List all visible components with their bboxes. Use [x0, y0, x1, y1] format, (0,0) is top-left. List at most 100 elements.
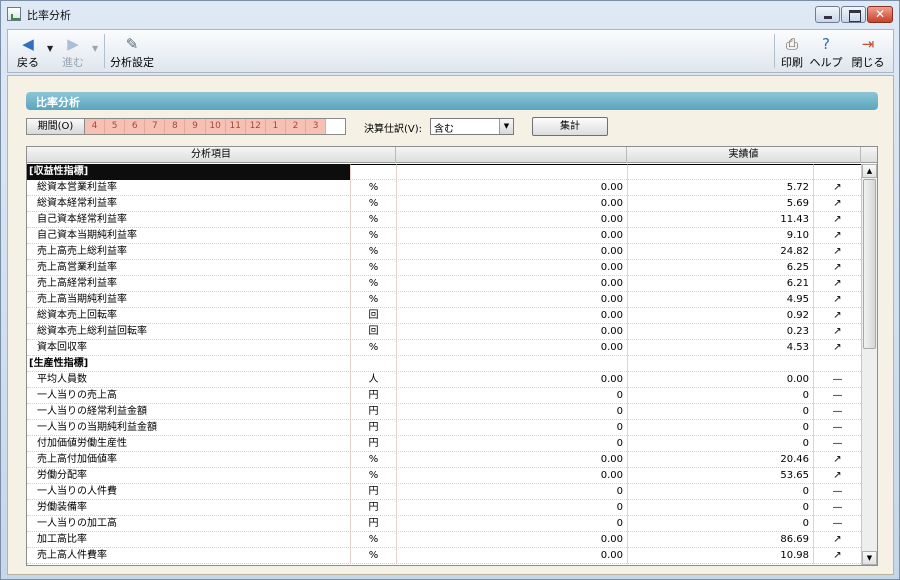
period-month-cell[interactable]: 9	[185, 119, 206, 134]
value-cell: 0.00	[396, 468, 627, 484]
table-row[interactable]: 自己資本当期純利益率% 0.00 9.10 ↗	[27, 228, 861, 244]
period-month-cell[interactable]: 2	[285, 119, 307, 134]
trend-icon: ↗	[813, 212, 861, 228]
scroll-down-icon[interactable]: ▼	[862, 551, 877, 565]
table-row[interactable]: 売上高付加価値率% 0.00 20.46 ↗	[27, 452, 861, 468]
table-row[interactable]: 売上高経常利益率% 0.00 6.21 ↗	[27, 276, 861, 292]
actual-value-cell: 0.00	[627, 372, 813, 388]
unit-cell: 円	[350, 500, 396, 516]
actual-value-cell: 53.65	[627, 468, 813, 484]
value-cell: 0.00	[396, 244, 627, 260]
item-name-cell: 自己資本経常利益率	[37, 214, 127, 225]
table-row[interactable]: 売上高売上総利益率% 0.00 24.82 ↗	[27, 244, 861, 260]
scroll-thumb[interactable]	[863, 179, 876, 349]
vertical-scrollbar[interactable]: ▲ ▼	[861, 164, 877, 565]
back-dropdown-icon[interactable]: ▼	[47, 44, 53, 53]
item-name-cell: 売上高当期純利益率	[37, 294, 127, 305]
period-month-cell[interactable]: 4	[85, 119, 106, 134]
category-row[interactable]: [生産性指標]	[27, 356, 861, 372]
period-month-cell[interactable]: 5	[105, 119, 126, 134]
unit-cell: %	[350, 548, 396, 564]
help-button[interactable]: ? ヘルプ	[808, 32, 844, 70]
unit-cell: 円	[350, 388, 396, 404]
trend-icon: ↗	[813, 324, 861, 340]
minimize-button[interactable]	[815, 6, 840, 23]
table-row[interactable]: 資本回収率% 0.00 4.53 ↗	[27, 340, 861, 356]
value-cell	[396, 164, 627, 180]
table-row[interactable]: 売上高営業利益率% 0.00 6.25 ↗	[27, 260, 861, 276]
period-month-cell[interactable]: 12	[245, 119, 266, 134]
table-row[interactable]: 売上高人件費率% 0.00 10.98 ↗	[27, 548, 861, 564]
table-row[interactable]: 加工高比率% 0.00 86.69 ↗	[27, 532, 861, 548]
unit-cell: %	[350, 260, 396, 276]
print-button[interactable]: ⎙ 印刷	[778, 32, 806, 70]
value-cell: 0.00	[396, 532, 627, 548]
maximize-button[interactable]	[841, 6, 866, 23]
table-row[interactable]: 一人当りの人件費円 0 0—	[27, 484, 861, 500]
period-month-cell[interactable]: 6	[125, 119, 146, 134]
category-row[interactable]: [収益性指標]	[27, 164, 861, 180]
toolbar: ◀ 戻る ▼ ▶ 進む ▼ ✎ 分析設定 ⎙ 印刷 ? ヘルプ ⇥ 閉じる	[7, 29, 894, 73]
chevron-down-icon[interactable]: ▼	[499, 119, 513, 134]
value-cell: 0	[396, 420, 627, 436]
period-month-cell[interactable]: 7	[145, 119, 166, 134]
trend-icon: —	[813, 484, 861, 500]
period-button[interactable]: 期間(O)	[27, 119, 85, 134]
table-row[interactable]: 一人当りの売上高円 0 0—	[27, 388, 861, 404]
settlement-label: 決算仕訳(V):	[364, 124, 423, 135]
table-row[interactable]: 労働装備率円 0 0—	[27, 500, 861, 516]
table-row[interactable]: 平均人員数人 0.00 0.00—	[27, 372, 861, 388]
forward-dropdown-icon[interactable]: ▼	[92, 44, 98, 53]
trend-icon: ↗	[813, 548, 861, 564]
unit-cell: %	[350, 212, 396, 228]
period-month-cell[interactable]: 11	[225, 119, 246, 134]
close-window-button[interactable]	[867, 6, 893, 23]
trend-icon: ↗	[813, 532, 861, 548]
unit-cell: %	[350, 276, 396, 292]
table-row[interactable]: 総資本売上総利益回転率 回 0.00 0.23 ↗	[27, 324, 861, 340]
value-cell: 0.00	[396, 196, 627, 212]
calculate-button[interactable]: 集計	[532, 117, 608, 136]
close-button[interactable]: ⇥ 閉じる	[848, 32, 888, 70]
table-row[interactable]: 総資本営業利益率% 0.00 5.72 ↗	[27, 180, 861, 196]
table-row[interactable]: 自己資本経常利益率% 0.00 11.43 ↗	[27, 212, 861, 228]
actual-value-cell: 4.95	[627, 292, 813, 308]
table-body: [収益性指標] 総資本営業利益率% 0.00 5.72 ↗ 総資本経常利益率% 0.00 5.…	[27, 164, 861, 564]
table-row[interactable]: 一人当りの加工高円 0 0—	[27, 516, 861, 532]
forward-button[interactable]: ▶ 進む	[56, 32, 90, 70]
period-month-cell[interactable]: 10	[205, 119, 226, 134]
header-item: 分析項目	[27, 147, 396, 163]
period-month-cell[interactable]: 8	[165, 119, 186, 134]
item-name-cell: 付加価値労働生産性	[37, 438, 127, 449]
item-name-cell: 売上高人件費率	[37, 550, 107, 561]
scroll-up-icon[interactable]: ▲	[862, 164, 877, 178]
table-row[interactable]: 総資本経常利益率% 0.00 5.69 ↗	[27, 196, 861, 212]
table-row[interactable]: 総資本売上回転率 回 0.00 0.92 ↗	[27, 308, 861, 324]
item-name-cell: 一人当りの加工高	[37, 518, 117, 529]
item-name-cell: 労働分配率	[37, 470, 87, 481]
period-month-cell[interactable]: 1	[265, 119, 286, 134]
settlement-select[interactable]: 含む ▼	[430, 118, 514, 135]
trend-icon	[813, 164, 861, 180]
table-row[interactable]: 一人当りの当期純利益金額円 0 0—	[27, 420, 861, 436]
table-row[interactable]: 売上高当期純利益率% 0.00 4.95 ↗	[27, 292, 861, 308]
printer-icon: ⎙	[785, 35, 798, 53]
table-row[interactable]: 一人当りの経常利益金額円 0 0—	[27, 404, 861, 420]
value-cell: 0.00	[396, 228, 627, 244]
actual-value-cell: 0	[627, 404, 813, 420]
unit-cell	[350, 164, 396, 180]
period-month-cell[interactable]: 3	[306, 119, 327, 134]
analysis-settings-button[interactable]: ✎ 分析設定	[108, 32, 156, 70]
table-row[interactable]: 付加価値労働生産性円 0 0—	[27, 436, 861, 452]
unit-cell: 円	[350, 516, 396, 532]
actual-value-cell: 11.43	[627, 212, 813, 228]
title-bar[interactable]: 比率分析	[1, 1, 899, 27]
back-button[interactable]: ◀ 戻る	[12, 32, 44, 70]
value-cell: 0	[396, 404, 627, 420]
actual-value-cell: 10.98	[627, 548, 813, 564]
trend-icon: —	[813, 404, 861, 420]
toolbar-separator	[104, 34, 105, 68]
unit-cell: %	[350, 468, 396, 484]
table-row[interactable]: 労働分配率% 0.00 53.65 ↗	[27, 468, 861, 484]
item-name-cell: 売上高経常利益率	[37, 278, 117, 289]
